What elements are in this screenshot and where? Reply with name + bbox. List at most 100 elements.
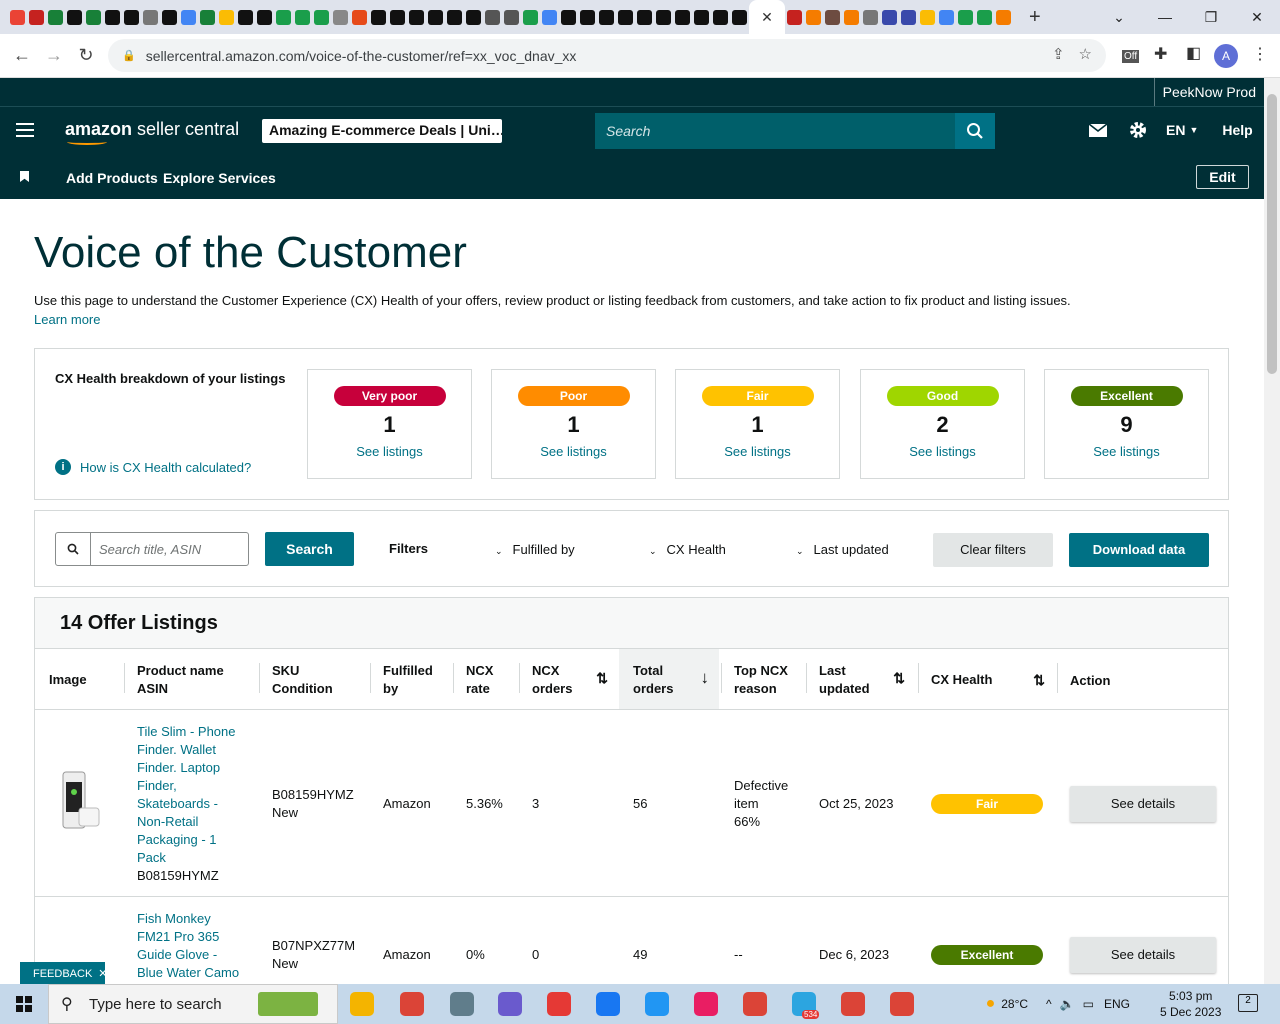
- side-panel-icon[interactable]: ◧: [1186, 43, 1201, 63]
- scrollbar-thumb[interactable]: [1267, 94, 1277, 374]
- tab-favicon[interactable]: [257, 9, 272, 25]
- tab-favicon[interactable]: [295, 9, 310, 25]
- mail-icon[interactable]: [1088, 122, 1108, 138]
- see-listings-link[interactable]: See listings: [308, 444, 471, 459]
- seller-central-logo[interactable]: amazon seller central: [65, 119, 239, 145]
- taskbar-app-icon[interactable]: [596, 992, 620, 1016]
- tab-favicon[interactable]: [675, 9, 690, 25]
- tab-favicon[interactable]: [314, 9, 329, 25]
- restore-icon[interactable]: ❐: [1188, 9, 1234, 26]
- tab-favicon[interactable]: [86, 9, 101, 25]
- tab-favicon[interactable]: [732, 9, 747, 25]
- tab-favicon[interactable]: [618, 9, 633, 25]
- page-scrollbar[interactable]: [1264, 78, 1280, 984]
- tab-favicon[interactable]: [124, 9, 139, 25]
- tab-favicon[interactable]: [882, 9, 897, 25]
- tab-favicon[interactable]: [162, 9, 177, 25]
- tab-favicon[interactable]: [143, 9, 158, 25]
- forward-icon[interactable]: →: [38, 45, 70, 66]
- product-name-link[interactable]: Fish Monkey FM21 Pro 365 Guide Glove - Blue…: [137, 910, 239, 982]
- listing-search-input[interactable]: Search title, ASIN: [55, 532, 249, 566]
- menu-kebab-icon[interactable]: ⋮: [1252, 44, 1268, 64]
- tab-favicon[interactable]: [580, 9, 595, 25]
- input-language[interactable]: ENG: [1104, 997, 1130, 1011]
- tab-favicon[interactable]: [238, 9, 253, 25]
- tab-favicon[interactable]: [599, 9, 614, 25]
- tab-favicon[interactable]: [67, 9, 82, 25]
- tab-favicons[interactable]: ✕ +: [0, 0, 1040, 34]
- temperature[interactable]: 28°C: [1001, 997, 1028, 1011]
- tab-favicon[interactable]: [466, 9, 481, 25]
- taskbar-app-icon[interactable]: [694, 992, 718, 1016]
- taskbar-app-icon[interactable]: [400, 992, 424, 1016]
- tab-favicon[interactable]: [219, 9, 234, 25]
- url-field[interactable]: 🔒 sellercentral.amazon.com/voice-of-the-…: [108, 39, 1106, 72]
- speaker-icon[interactable]: 🔈: [1060, 997, 1075, 1011]
- taskbar-app-icon[interactable]: [743, 992, 767, 1016]
- see-listings-link[interactable]: See listings: [676, 444, 839, 459]
- tab-favicon[interactable]: [806, 9, 821, 25]
- minimize-icon[interactable]: —: [1142, 9, 1188, 25]
- tab-favicon[interactable]: [29, 9, 44, 25]
- notification-center-icon[interactable]: 2: [1238, 994, 1258, 1012]
- tab-favicon[interactable]: [958, 9, 973, 25]
- tab-favicon[interactable]: [825, 9, 840, 25]
- close-window-icon[interactable]: ✕: [1234, 9, 1280, 26]
- col-cx-health[interactable]: CX Health ⇅: [918, 649, 1049, 709]
- cx-health-dropdown[interactable]: ⌄ CX Health: [649, 542, 726, 557]
- taskbar-app-icon[interactable]: [645, 992, 669, 1016]
- taskbar-app-icon[interactable]: [498, 992, 522, 1016]
- hamburger-menu-icon[interactable]: [16, 123, 34, 141]
- tab-favicon[interactable]: [48, 9, 63, 25]
- bookmark-star-icon[interactable]: ☆: [1079, 45, 1092, 63]
- tab-favicon[interactable]: [637, 9, 652, 25]
- weather-icon[interactable]: ●: [986, 995, 996, 1013]
- see-listings-link[interactable]: See listings: [1045, 444, 1208, 459]
- windows-start-icon[interactable]: [16, 996, 32, 1012]
- tab-favicon[interactable]: [428, 9, 443, 25]
- tab-favicon[interactable]: [939, 9, 954, 25]
- subnav-explore-services[interactable]: Explore Services: [163, 170, 276, 186]
- bookmark-icon[interactable]: [20, 171, 29, 182]
- taskbar-app-icon[interactable]: [258, 992, 318, 1016]
- language-selector[interactable]: EN: [1166, 122, 1185, 138]
- reload-icon[interactable]: ↻: [70, 45, 102, 66]
- tab-favicon[interactable]: [352, 9, 367, 25]
- col-ncx-orders[interactable]: NCX orders ⇅: [519, 649, 612, 709]
- product-name-link[interactable]: Tile Slim - Phone Finder. Wallet Finder. L…: [137, 723, 236, 867]
- product-thumbnail[interactable]: [55, 768, 103, 834]
- sort-icon[interactable]: ⇅: [596, 669, 608, 687]
- taskbar-app-icon[interactable]: [350, 992, 374, 1016]
- tab-favicon[interactable]: [390, 9, 405, 25]
- sort-icon[interactable]: ⇅: [1033, 671, 1045, 689]
- see-details-button[interactable]: See details: [1070, 786, 1216, 822]
- tab-favicon[interactable]: [10, 9, 25, 25]
- tab-favicon[interactable]: [276, 9, 291, 25]
- system-clock[interactable]: 5:03 pm 5 Dec 2023: [1160, 988, 1221, 1020]
- learn-more-link[interactable]: Learn more: [34, 312, 100, 327]
- new-tab-icon[interactable]: +: [1029, 6, 1040, 29]
- tab-favicon[interactable]: [504, 9, 519, 25]
- profile-avatar[interactable]: A: [1214, 44, 1238, 68]
- download-data-button[interactable]: Download data: [1069, 533, 1209, 567]
- account-switcher[interactable]: PeekNow Prod: [1153, 78, 1264, 106]
- tab-favicon[interactable]: [901, 9, 916, 25]
- col-last-updated[interactable]: Last updated ⇅: [806, 649, 909, 709]
- seller-search-input[interactable]: Search: [595, 113, 955, 149]
- tab-favicon[interactable]: [200, 9, 215, 25]
- taskbar-app-icon[interactable]: [547, 992, 571, 1016]
- tab-favicon[interactable]: [713, 9, 728, 25]
- settings-gear-icon[interactable]: [1128, 120, 1148, 140]
- active-tab[interactable]: ✕: [749, 0, 785, 34]
- tab-favicon[interactable]: [447, 9, 462, 25]
- tab-favicon[interactable]: [656, 9, 671, 25]
- see-listings-link[interactable]: See listings: [861, 444, 1024, 459]
- tab-search-icon[interactable]: ⌄: [1096, 9, 1142, 26]
- tab-favicon[interactable]: [844, 9, 859, 25]
- tab-favicon[interactable]: [561, 9, 576, 25]
- listing-search-button[interactable]: Search: [265, 532, 354, 566]
- tab-close-icon[interactable]: ✕: [761, 9, 773, 26]
- taskbar-app-icon[interactable]: [841, 992, 865, 1016]
- back-icon[interactable]: ←: [6, 45, 38, 66]
- tab-favicon[interactable]: [333, 9, 348, 25]
